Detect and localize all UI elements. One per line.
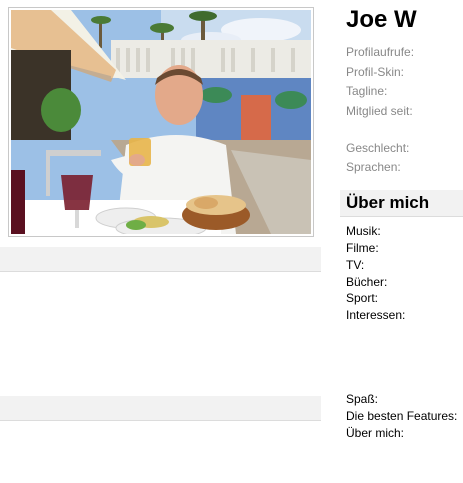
content-section-bar-1 bbox=[0, 247, 321, 272]
best-features-label: Die besten Features: bbox=[346, 409, 458, 423]
about-me-label: Über mich: bbox=[346, 426, 405, 440]
tagline-label: Tagline: bbox=[346, 84, 388, 98]
profile-skin-label: Profil-Skin: bbox=[346, 65, 405, 79]
books-label: Bücher: bbox=[346, 275, 388, 289]
about-me-section-title: Über mich bbox=[346, 193, 430, 212]
interests-label: Interessen: bbox=[346, 308, 406, 322]
films-label: Filme: bbox=[346, 241, 379, 255]
languages-label: Sprachen: bbox=[346, 160, 401, 174]
member-since-label: Mitglied seit: bbox=[346, 104, 413, 118]
gender-label: Geschlecht: bbox=[346, 141, 410, 155]
profile-name: Joe W bbox=[346, 6, 417, 33]
sport-label: Sport: bbox=[346, 291, 379, 305]
tv-label: TV: bbox=[346, 258, 365, 272]
content-section-bar-2 bbox=[0, 396, 321, 421]
profile-photo-frame[interactable] bbox=[8, 7, 314, 237]
fun-label: Spaß: bbox=[346, 392, 379, 406]
profile-photo[interactable] bbox=[11, 10, 311, 234]
profile-views-label: Profilaufrufe: bbox=[346, 45, 415, 59]
music-label: Musik: bbox=[346, 224, 381, 238]
